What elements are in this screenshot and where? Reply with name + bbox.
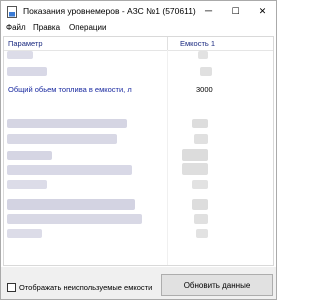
row-parameter-name: Общий обьем топлива в емкости, л [8, 85, 132, 94]
blurred-cell [196, 229, 208, 238]
column-header-tank-1[interactable]: Емкость 1 [180, 39, 215, 48]
blurred-cell [182, 149, 208, 161]
refresh-data-button[interactable]: Обновить данные [161, 274, 273, 296]
show-unused-tanks-label[interactable]: Отображать неиспользуемые емкости [19, 283, 152, 292]
window-title: Показания уровнемеров - АЗС №1 (570611) [23, 6, 196, 16]
maximize-button[interactable]: ☐ [222, 1, 249, 21]
menu-file[interactable]: Файл [6, 23, 26, 32]
readings-grid[interactable]: Параметр Емкость 1 Общий обьем топлива в… [3, 36, 274, 266]
blurred-cell [192, 199, 208, 210]
column-header-parameter[interactable]: Параметр [8, 39, 43, 48]
blurred-cell [7, 180, 47, 189]
table-row[interactable]: Общий обьем топлива в емкости, л 3000 [4, 84, 273, 96]
blurred-cell [192, 119, 208, 128]
blurred-cell [7, 51, 33, 59]
minimize-button[interactable]: ─ [195, 1, 222, 21]
blurred-cell [7, 67, 47, 76]
app-window: Показания уровнемеров - АЗС №1 (570611) … [0, 0, 277, 300]
blurred-cell [192, 180, 208, 189]
menu-bar: Файл Правка Операции [1, 21, 276, 35]
blurred-cell [200, 67, 212, 76]
blurred-cell [198, 51, 208, 59]
blurred-cell [194, 134, 208, 144]
blurred-cell [7, 199, 135, 210]
blurred-cell [7, 165, 132, 175]
row-tank-1-value: 3000 [196, 85, 213, 94]
menu-operations[interactable]: Операции [69, 23, 106, 32]
blurred-cell [7, 151, 52, 160]
column-separator[interactable] [167, 37, 168, 50]
blurred-cell [7, 134, 117, 144]
app-icon [7, 6, 17, 18]
blurred-cell [7, 229, 42, 238]
grid-header: Параметр Емкость 1 [4, 37, 273, 51]
close-button[interactable]: ✕ [249, 1, 276, 21]
show-unused-tanks-checkbox[interactable] [7, 283, 16, 292]
column-divider [167, 50, 168, 265]
blurred-cell [7, 214, 142, 224]
blurred-cell [194, 214, 208, 224]
menu-edit[interactable]: Правка [33, 23, 60, 32]
blurred-cell [182, 163, 208, 175]
title-bar: Показания уровнемеров - АЗС №1 (570611) … [1, 1, 276, 23]
blurred-cell [7, 119, 127, 128]
